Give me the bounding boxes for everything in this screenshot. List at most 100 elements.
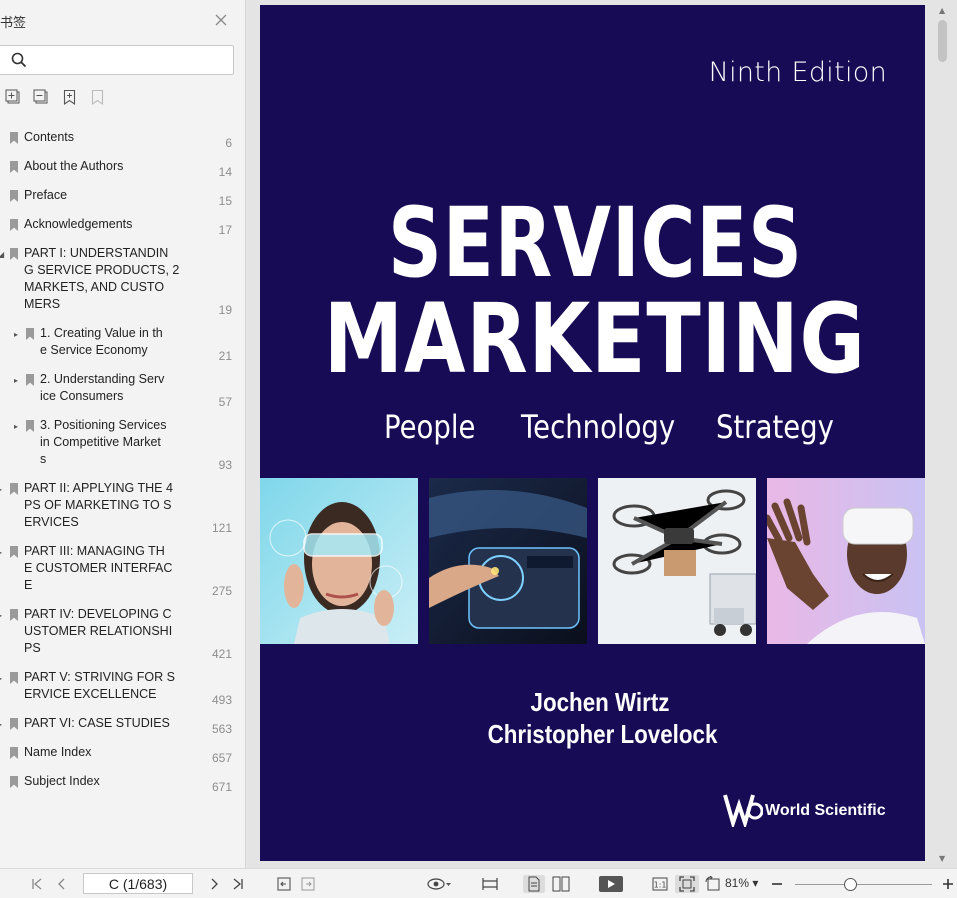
bookmark-label: Name Index bbox=[24, 745, 92, 759]
bookmark-page-number: 275 bbox=[211, 584, 232, 598]
actual-size-icon[interactable]: 1:1 bbox=[651, 875, 669, 893]
bookmark-page-number: 421 bbox=[211, 647, 232, 661]
bookmark-item[interactable]: Acknowledgements 17 bbox=[0, 216, 246, 245]
world-scientific-logo bbox=[723, 794, 763, 827]
bookmark-item[interactable]: ▸ PART II: APPLYING THE 4 PS OF MARKETING… bbox=[0, 480, 246, 543]
bookmark-label: PART III: MANAGING TH E CUSTOMER INTERFA… bbox=[24, 544, 173, 592]
cover-photo-ar-glasses bbox=[260, 478, 418, 644]
previous-page-icon[interactable] bbox=[55, 875, 69, 893]
back-view-icon[interactable] bbox=[276, 875, 292, 893]
bookmark-item[interactable]: ▸ PART VI: CASE STUDIES 563 bbox=[0, 715, 246, 744]
first-page-icon[interactable] bbox=[30, 875, 44, 893]
bookmark-flag-icon bbox=[10, 219, 18, 231]
bookmark-flag-icon bbox=[10, 190, 18, 202]
fit-page-icon[interactable] bbox=[675, 875, 699, 893]
bookmark-item[interactable]: Subject Index 671 bbox=[0, 773, 246, 802]
close-icon[interactable] bbox=[214, 13, 228, 27]
bookmark-icon[interactable] bbox=[89, 89, 106, 106]
next-page-icon[interactable] bbox=[207, 875, 221, 893]
publisher-name: World Scientific bbox=[765, 802, 886, 819]
bookmark-flag-icon bbox=[10, 747, 18, 759]
cover-photo-car-dashboard bbox=[429, 478, 587, 644]
bookmark-panel-title: 书签 bbox=[0, 16, 27, 31]
single-page-icon[interactable] bbox=[523, 875, 545, 893]
cover-photo-vr-headset bbox=[767, 478, 925, 644]
bookmark-label: PART VI: CASE STUDIES bbox=[24, 716, 170, 730]
bookmark-page-number: 21 bbox=[218, 349, 232, 363]
bookmark-item[interactable]: Contents 6 bbox=[0, 129, 246, 158]
two-page-icon[interactable] bbox=[551, 875, 571, 893]
fit-width-icon[interactable] bbox=[481, 875, 499, 893]
zoom-in-icon[interactable] bbox=[941, 875, 955, 893]
last-page-icon[interactable] bbox=[231, 875, 245, 893]
bookmark-page-number: 93 bbox=[218, 458, 232, 472]
publisher-logo: World Scientific bbox=[723, 793, 893, 827]
bookmark-label: Acknowledgements bbox=[24, 217, 133, 231]
bookmark-page-number: 6 bbox=[225, 136, 232, 150]
bookmark-page-number: 19 bbox=[218, 303, 232, 317]
expanded-arrow-icon[interactable]: ◢ bbox=[0, 250, 4, 260]
zoom-out-icon[interactable] bbox=[770, 875, 784, 893]
bookmark-item[interactable]: Preface 15 bbox=[0, 187, 246, 216]
bookmark-label: PART V: STRIVING FOR S ERVICE EXCELLENCE bbox=[24, 670, 175, 701]
bookmark-flag-icon bbox=[10, 483, 18, 495]
rotate-page-icon[interactable] bbox=[704, 875, 722, 893]
cover-author-2: Christopher Lovelock bbox=[487, 719, 718, 749]
scroll-up-icon[interactable]: ▲ bbox=[939, 6, 945, 15]
bookmark-page-number: 563 bbox=[211, 722, 232, 736]
bookmark-flag-icon bbox=[10, 132, 18, 144]
collapsed-arrow-icon[interactable]: ▸ bbox=[0, 674, 2, 684]
bookmark-item[interactable]: Name Index 657 bbox=[0, 744, 246, 773]
collapsed-arrow-icon[interactable]: ▸ bbox=[0, 548, 2, 558]
bookmark-label: 1. Creating Value in th e Service Econom… bbox=[40, 326, 163, 357]
add-bookmark-icon[interactable] bbox=[61, 89, 78, 106]
collapse-all-icon[interactable] bbox=[33, 89, 50, 106]
page-number-input[interactable]: C (1/683) bbox=[83, 873, 193, 894]
zoom-level-select[interactable]: 81% ▾ bbox=[725, 876, 758, 890]
collapsed-arrow-icon[interactable]: ▸ bbox=[0, 720, 2, 730]
tagline-technology: Technology bbox=[521, 408, 676, 446]
zoom-slider-track[interactable] bbox=[795, 884, 932, 885]
cover-author-1: Jochen Wirtz bbox=[530, 687, 670, 717]
eye-protection-icon[interactable] bbox=[426, 875, 454, 893]
collapsed-arrow-icon[interactable]: ▸ bbox=[14, 330, 18, 340]
scroll-down-icon[interactable]: ▼ bbox=[939, 854, 945, 863]
tagline-strategy: Strategy bbox=[716, 408, 834, 446]
bookmark-page-number: 15 bbox=[218, 194, 232, 208]
bookmark-item[interactable]: About the Authors 14 bbox=[0, 158, 246, 187]
search-icon bbox=[11, 52, 27, 68]
bookmark-page-number: 657 bbox=[211, 751, 232, 765]
bookmark-flag-icon bbox=[26, 374, 34, 386]
bookmark-item[interactable]: ▸ PART IV: DEVELOPING C USTOMER RELATIONS… bbox=[0, 606, 246, 669]
bookmark-search-input[interactable] bbox=[0, 45, 234, 75]
bookmark-panel: 书签 Contents 6 About the Authors 14 Preface 15… bbox=[0, 0, 246, 868]
bookmark-label: About the Authors bbox=[24, 159, 124, 173]
bookmark-page-number: 57 bbox=[218, 395, 232, 409]
bookmark-item[interactable]: ▸ PART V: STRIVING FOR S ERVICE EXCELLENC… bbox=[0, 669, 246, 715]
bookmark-label: Preface bbox=[24, 188, 68, 202]
forward-view-icon[interactable] bbox=[300, 875, 316, 893]
bookmark-toolbar bbox=[5, 89, 106, 107]
collapsed-arrow-icon[interactable]: ▸ bbox=[0, 611, 2, 621]
bookmark-page-number: 671 bbox=[211, 780, 232, 794]
bookmark-item[interactable]: ▸ 3. Positioning Services in Competitive … bbox=[0, 417, 246, 480]
bookmark-flag-icon bbox=[10, 248, 18, 260]
collapsed-arrow-icon[interactable]: ▸ bbox=[0, 485, 2, 495]
zoom-slider-handle[interactable] bbox=[844, 878, 857, 891]
bookmark-item[interactable]: ▸ PART III: MANAGING TH E CUSTOMER INTERF… bbox=[0, 543, 246, 606]
bookmark-flag-icon bbox=[10, 672, 18, 684]
collapsed-arrow-icon[interactable]: ▸ bbox=[14, 422, 18, 432]
bookmark-page-number: 14 bbox=[218, 165, 232, 179]
expand-all-icon[interactable] bbox=[5, 89, 22, 106]
slideshow-play-icon[interactable] bbox=[598, 875, 624, 893]
cover-photo-drone-delivery bbox=[598, 478, 756, 644]
scrollbar-thumb[interactable] bbox=[938, 20, 947, 62]
bookmark-item[interactable]: ◢ PART I: UNDERSTANDIN G SERVICE PRODUCTS… bbox=[0, 245, 246, 325]
vertical-scrollbar[interactable]: ▲ ▼ bbox=[934, 0, 951, 868]
bookmark-item[interactable]: ▸ 2. Understanding Serv ice Consumers 57 bbox=[0, 371, 246, 417]
bookmark-flag-icon bbox=[26, 328, 34, 340]
bookmark-item[interactable]: ▸ 1. Creating Value in th e Service Econo… bbox=[0, 325, 246, 371]
cover-title-line2: MARKETING bbox=[323, 283, 866, 395]
book-cover-page: Ninth Edition SERVICES MARKETING People … bbox=[260, 5, 925, 861]
collapsed-arrow-icon[interactable]: ▸ bbox=[14, 376, 18, 386]
